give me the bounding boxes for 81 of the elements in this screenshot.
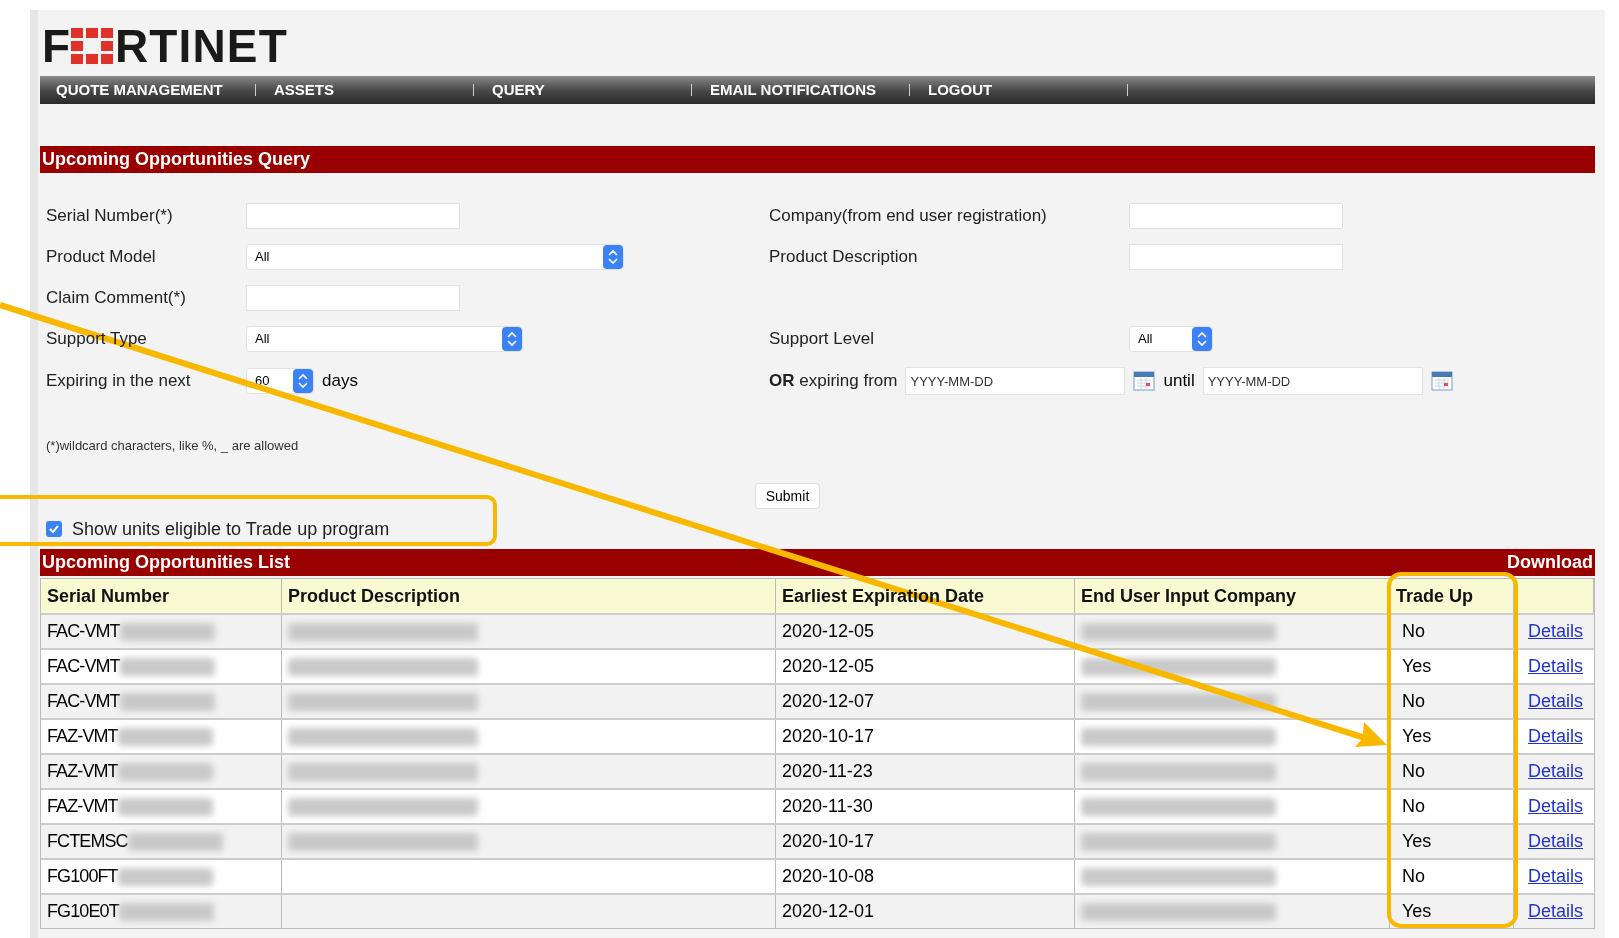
wildcard-note: (*)wildcard characters, like %, _ are allowed bbox=[46, 438, 299, 453]
serial-text: FAC-VMT bbox=[47, 655, 120, 678]
checkbox[interactable] bbox=[46, 521, 62, 537]
text-field[interactable] bbox=[1129, 244, 1343, 270]
column-header: End User Input Company bbox=[1081, 584, 1296, 608]
trade-up-cell-text: No bbox=[1402, 795, 1425, 818]
serial-text: FAZ-VMT bbox=[47, 795, 118, 818]
field-label: Product Description bbox=[769, 246, 918, 269]
logo-letter: F bbox=[42, 23, 69, 69]
field-label: Product Model bbox=[46, 246, 156, 269]
details-link[interactable]: Details bbox=[1528, 828, 1584, 855]
select-field[interactable]: All bbox=[246, 244, 624, 270]
stepper-icon bbox=[603, 245, 623, 269]
details-link[interactable]: Details bbox=[1528, 653, 1584, 680]
trade-up-cell-text: Yes bbox=[1402, 830, 1432, 853]
select-field[interactable]: All bbox=[246, 326, 523, 352]
details-link[interactable]: Details bbox=[1528, 618, 1584, 645]
check-icon bbox=[49, 524, 59, 534]
trade-up-cell-text: Yes bbox=[1402, 655, 1432, 678]
serial-text: FAZ-VMT bbox=[47, 760, 118, 783]
details-link[interactable]: Details bbox=[1528, 793, 1584, 820]
serial-text: FAZ-VMT bbox=[47, 725, 118, 748]
trade-up-cell-text: No bbox=[1402, 620, 1425, 643]
trade-up-cell-text: Yes bbox=[1402, 900, 1432, 923]
date-cell-text: 2020-12-07 bbox=[782, 690, 875, 713]
field-label: Serial Number(*) bbox=[46, 205, 173, 228]
date-field[interactable]: YYYY-MM-DD bbox=[905, 367, 1126, 395]
section-title: Upcoming Opportunities Query bbox=[42, 148, 310, 171]
stepper-icon bbox=[293, 369, 313, 393]
serial-text: FG10E0T bbox=[47, 900, 119, 923]
trade-up-cell-text: No bbox=[1402, 865, 1425, 888]
date-cell-text: 2020-12-05 bbox=[782, 620, 875, 643]
calendar-icon[interactable] bbox=[1133, 370, 1156, 392]
select-field[interactable]: All bbox=[1129, 326, 1213, 352]
details-link[interactable]: Details bbox=[1528, 863, 1584, 890]
column-header: Product Description bbox=[288, 584, 461, 608]
details-link[interactable]: Details bbox=[1528, 758, 1584, 785]
field-label: Company(from end user registration) bbox=[769, 205, 1047, 228]
logo-wordmark: RTINET bbox=[114, 23, 288, 69]
date-cell-text: 2020-10-17 bbox=[782, 830, 875, 853]
text-field[interactable] bbox=[246, 285, 460, 311]
field-label: Claim Comment(*) bbox=[46, 287, 186, 310]
field-label: Expiring in the next bbox=[46, 370, 191, 393]
unit-label: days bbox=[322, 370, 358, 393]
submit-button[interactable]: Submit bbox=[754, 483, 821, 509]
details-link[interactable]: Details bbox=[1528, 723, 1584, 750]
trade-up-cell-text: No bbox=[1402, 760, 1425, 783]
date-cell-text: 2020-12-01 bbox=[782, 900, 875, 923]
checkbox-label: Show units eligible to Trade up program bbox=[72, 517, 390, 541]
nav-link[interactable]: ASSETS bbox=[274, 78, 334, 102]
serial-text: FAC-VMT bbox=[47, 690, 120, 713]
date-cell-text: 2020-10-17 bbox=[782, 725, 875, 748]
text-field[interactable] bbox=[246, 203, 460, 229]
calendar-icon[interactable] bbox=[1430, 370, 1453, 392]
date-cell-text: 2020-11-23 bbox=[782, 760, 873, 783]
details-link[interactable]: Details bbox=[1528, 688, 1584, 715]
trade-up-cell-text: Yes bbox=[1402, 725, 1432, 748]
field-label: Support Level bbox=[769, 328, 874, 351]
serial-text: FAC-VMT bbox=[47, 620, 120, 643]
section-title: Upcoming Opportunities List bbox=[42, 551, 290, 574]
column-header: Trade Up bbox=[1396, 584, 1474, 608]
logo-squares-icon bbox=[70, 28, 113, 64]
nav-link[interactable]: QUOTE MANAGEMENT bbox=[56, 78, 223, 102]
text-field[interactable] bbox=[1129, 203, 1343, 229]
date-cell-text: 2020-10-08 bbox=[782, 865, 875, 888]
nav-link[interactable]: QUERY bbox=[492, 78, 545, 102]
nav-link[interactable]: LOGOUT bbox=[928, 78, 993, 102]
field-label: until bbox=[1163, 370, 1195, 393]
stepper-icon bbox=[502, 327, 522, 351]
details-link[interactable]: Details bbox=[1528, 898, 1584, 925]
nav-link[interactable]: EMAIL NOTIFICATIONS bbox=[710, 78, 877, 102]
date-cell-text: 2020-11-30 bbox=[782, 795, 873, 818]
date-field[interactable]: YYYY-MM-DD bbox=[1202, 367, 1423, 395]
date-cell-text: 2020-12-05 bbox=[782, 655, 875, 678]
download-link[interactable]: Download bbox=[1507, 549, 1593, 576]
stepper-icon bbox=[1192, 327, 1212, 351]
column-header: Serial Number bbox=[47, 584, 170, 608]
serial-text: FCTEMSC bbox=[47, 830, 128, 853]
field-label: OR expiring from bbox=[769, 370, 898, 393]
trade-up-cell-text: No bbox=[1402, 690, 1425, 713]
serial-text: FG100FT bbox=[47, 865, 118, 888]
